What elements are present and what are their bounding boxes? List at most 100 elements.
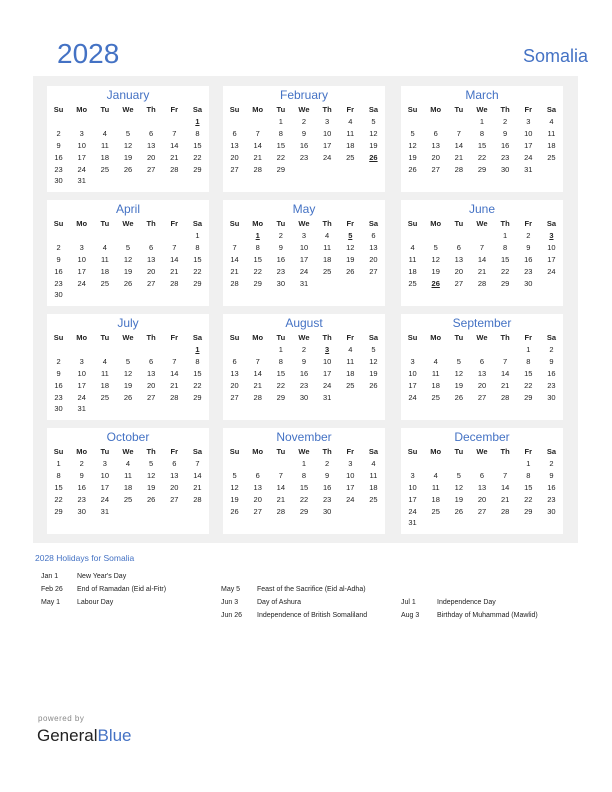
month-title: February xyxy=(279,88,329,102)
holiday-name: New Year's Day xyxy=(77,573,127,580)
calendar-day: 21 xyxy=(500,494,510,504)
holiday-date: May 5 xyxy=(221,586,241,593)
weekday-header: Sa xyxy=(546,333,557,342)
calendar-day: 7 xyxy=(195,459,200,469)
calendar-day: 26 xyxy=(454,392,464,402)
calendar-day: 13 xyxy=(454,254,464,264)
calendar-day: 10 xyxy=(346,471,355,481)
month-title: September xyxy=(452,316,512,330)
calendar-day: 30 xyxy=(547,392,556,402)
calendar-day: 4 xyxy=(549,117,554,127)
holiday-date: Feb 26 xyxy=(41,586,63,593)
calendar-day: 2 xyxy=(549,459,554,469)
calendar-day: 6 xyxy=(255,471,260,481)
calendar-day: 19 xyxy=(123,266,133,276)
weekday-header: Th xyxy=(146,333,156,342)
calendar-day: 16 xyxy=(54,380,63,390)
calendar-day: 14 xyxy=(170,140,179,150)
weekday-header: Tu xyxy=(100,219,110,228)
calendar-day: 17 xyxy=(77,380,86,390)
empty-day xyxy=(140,116,163,128)
calendar-day: 13 xyxy=(146,254,156,264)
calendar-day: 17 xyxy=(346,482,355,492)
calendar-day: 5 xyxy=(410,129,415,139)
calendar-day: 7 xyxy=(456,129,461,139)
calendar-day: 13 xyxy=(369,243,378,253)
month-title: December xyxy=(454,430,510,444)
calendar-day: 12 xyxy=(230,482,239,492)
month-title: June xyxy=(468,202,496,216)
empty-day xyxy=(223,230,246,242)
calendar-day: 5 xyxy=(371,345,376,355)
empty-day xyxy=(401,116,424,128)
month-december: December Su Mo Tu We Th Fr Sa 1 2 3 4 5 6 7 8 9 10 11 12 13 1… xyxy=(401,428,563,534)
calendar-day: 11 xyxy=(408,254,417,264)
calendar-day: 22 xyxy=(253,266,262,276)
calendar-day: 28 xyxy=(253,164,262,174)
weekday-header: Th xyxy=(500,447,510,456)
empty-day xyxy=(116,403,139,415)
month-title: March xyxy=(465,88,499,102)
weekday-header: Th xyxy=(500,105,510,114)
empty-day xyxy=(494,458,517,470)
calendar-day: 20 xyxy=(454,266,464,276)
empty-day xyxy=(362,277,385,289)
calendar-day: 17 xyxy=(322,140,332,150)
holiday-name: Day of Ashura xyxy=(257,599,301,606)
empty-day xyxy=(93,175,116,187)
weekday-header: Fr xyxy=(524,105,533,114)
empty-day xyxy=(362,505,385,517)
empty-day xyxy=(93,289,116,301)
holiday-item: May 5 Feast of the Sacrifice (Eid al-Adha… xyxy=(221,586,367,599)
calendar-day: 24 xyxy=(408,506,417,516)
calendar-day: 23 xyxy=(547,494,556,504)
weekday-header: Mo xyxy=(76,333,88,342)
weekday-header: We xyxy=(298,219,310,228)
empty-day xyxy=(140,289,163,301)
holiday-date: May 1 xyxy=(41,599,61,606)
calendar-day: 1 xyxy=(479,117,485,127)
weekday-header: Mo xyxy=(430,333,442,342)
weekday-header: Tu xyxy=(276,219,286,228)
calendar-day: 12 xyxy=(146,471,156,481)
calendar-day: 12 xyxy=(369,357,378,367)
calendar-day: 9 xyxy=(79,471,84,481)
calendar-day: 19 xyxy=(123,152,133,162)
empty-day xyxy=(223,344,246,356)
calendar-day: 4 xyxy=(125,459,131,469)
calendar-day: 24 xyxy=(346,494,355,504)
weekday-header: Sa xyxy=(546,447,557,456)
month-may: May Su Mo Tu We Th Fr Sa 1 2 3 4 5 6 7 8 9 10 11 12 13 14 15 16… xyxy=(223,200,385,306)
calendar-day: 29 xyxy=(500,278,510,288)
calendar-day: 7 xyxy=(278,471,283,481)
calendar-day: 16 xyxy=(322,482,332,492)
weekday-header: Mo xyxy=(252,219,264,228)
calendar-day: 17 xyxy=(77,152,86,162)
calendar-day: 18 xyxy=(369,482,378,492)
country-title: Somalia xyxy=(522,46,588,66)
calendar-day: 2 xyxy=(56,243,61,253)
calendar-day: 13 xyxy=(431,140,440,150)
calendar-day: 11 xyxy=(100,140,109,150)
holiday-name: Independence Day xyxy=(437,599,496,606)
holiday-date: Jun 3 xyxy=(221,599,239,606)
calendar-day: 1 xyxy=(278,345,283,355)
calendar-day: 6 xyxy=(149,243,154,253)
calendar-day: 2 xyxy=(301,345,307,355)
calendar-day: 31 xyxy=(100,506,110,516)
year-title: 2028 xyxy=(57,38,120,69)
calendar-day: 23 xyxy=(322,494,332,504)
calendar-day: 16 xyxy=(77,482,86,492)
weekday-header: Fr xyxy=(170,105,179,114)
weekday-header: Su xyxy=(407,447,418,456)
weekday-header: We xyxy=(476,219,488,228)
calendar-day: 22 xyxy=(299,494,309,504)
calendar-day: 6 xyxy=(371,231,376,241)
weekday-header: Sa xyxy=(546,105,557,114)
calendar-day: 19 xyxy=(431,266,440,276)
calendar-day: 12 xyxy=(123,140,133,150)
empty-day xyxy=(470,517,493,529)
calendar-day: 9 xyxy=(56,368,61,378)
calendar-day: 17 xyxy=(547,254,556,264)
calendar-day: 24 xyxy=(322,380,332,390)
